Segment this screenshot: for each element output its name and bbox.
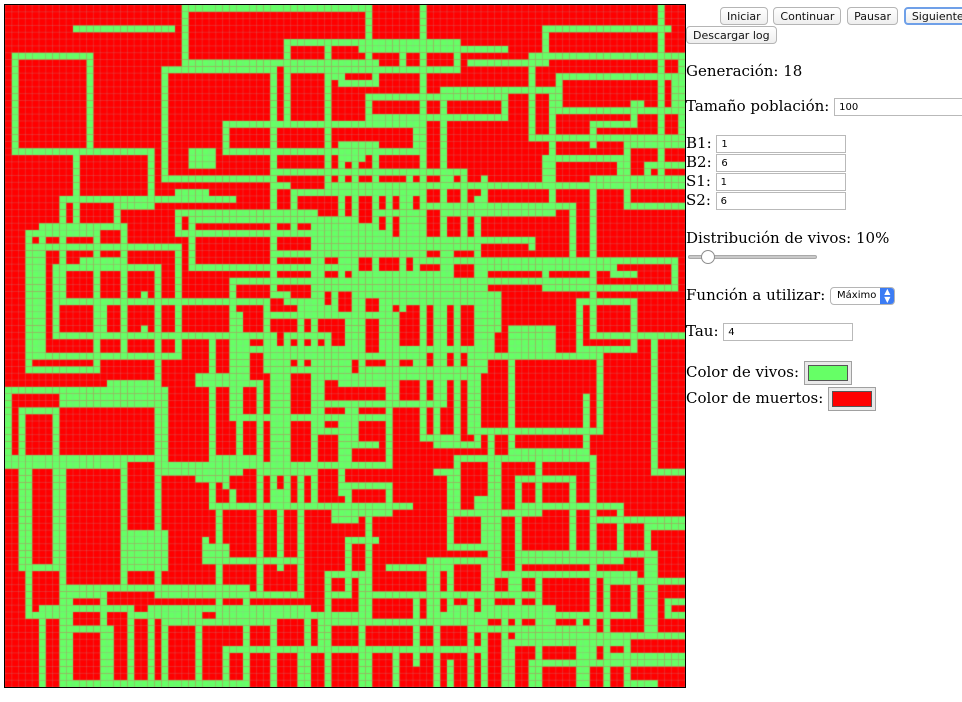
- s1-input[interactable]: [715, 173, 846, 191]
- b1-row: B1:: [686, 134, 847, 153]
- chevron-updown-icon: ▲ ▼: [880, 288, 895, 304]
- game-board[interactable]: [4, 4, 686, 688]
- dead-color-picker[interactable]: [828, 387, 877, 411]
- tau-input[interactable]: [723, 323, 854, 341]
- s2-input[interactable]: [715, 192, 846, 210]
- s1-row: S1:: [686, 172, 846, 191]
- distribution-slider[interactable]: [688, 250, 817, 264]
- toolbar: Iniciar Continuar Pausar Siguiente: [720, 6, 962, 25]
- function-row: Función a utilizar: Máximo ▲ ▼: [686, 286, 896, 305]
- population-row: Tamaño población:: [686, 97, 962, 116]
- distribution-row: Distribución de vivos: 10%: [686, 229, 889, 247]
- generation-label: Generación:: [686, 62, 779, 80]
- b1-label: B1:: [686, 134, 712, 152]
- dead-color-label: Color de muertos:: [686, 389, 824, 407]
- next-button[interactable]: Siguiente: [903, 7, 962, 25]
- download-log-button[interactable]: Descargar log: [686, 26, 777, 44]
- alive-color-label: Color de vivos:: [686, 363, 800, 381]
- generation-value: 18: [783, 62, 803, 80]
- b1-input[interactable]: [716, 135, 847, 153]
- b2-label: B2:: [686, 153, 712, 171]
- alive-color-swatch: [807, 365, 848, 381]
- b2-input[interactable]: [716, 154, 847, 172]
- s2-row: S2:: [686, 191, 846, 210]
- s2-label: S2:: [686, 191, 711, 209]
- population-label: Tamaño población:: [686, 97, 830, 115]
- b2-row: B2:: [686, 153, 847, 172]
- start-button[interactable]: Iniciar: [720, 7, 768, 25]
- function-selected-value: Máximo: [837, 290, 877, 301]
- dead-color-row: Color de muertos:: [686, 387, 877, 411]
- generation-row: Generación: 18: [686, 62, 802, 80]
- pause-button[interactable]: Pausar: [847, 7, 899, 25]
- s1-label: S1:: [686, 172, 711, 190]
- dead-color-swatch: [832, 391, 873, 407]
- alive-color-row: Color de vivos:: [686, 361, 852, 385]
- tau-row: Tau:: [686, 322, 854, 341]
- slider-thumb[interactable]: [701, 250, 715, 264]
- function-select[interactable]: Máximo ▲ ▼: [830, 287, 896, 305]
- alive-color-picker[interactable]: [803, 361, 852, 385]
- tau-label: Tau:: [686, 322, 719, 340]
- cell-grid[interactable]: [5, 5, 685, 687]
- distribution-label: Distribución de vivos:: [686, 229, 852, 247]
- function-label: Función a utilizar:: [686, 286, 826, 304]
- continue-button[interactable]: Continuar: [773, 7, 842, 25]
- population-input[interactable]: [834, 98, 962, 116]
- distribution-value: 10%: [856, 229, 890, 247]
